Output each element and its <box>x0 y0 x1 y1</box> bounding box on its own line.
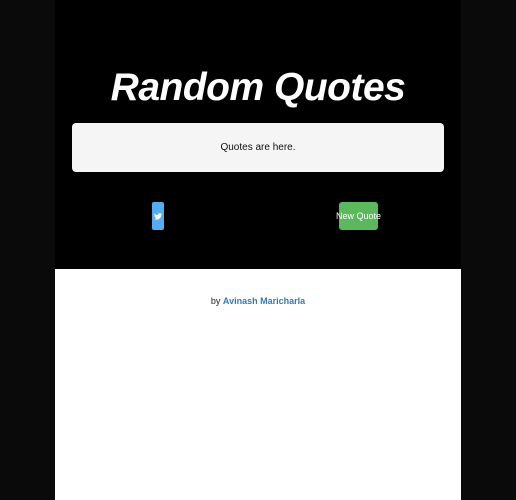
page-container: Random Quotes Quotes are here. New Quote… <box>55 0 461 500</box>
author-link[interactable]: Avinash Maricharla <box>223 296 305 306</box>
author-credit: by Avinash Maricharla <box>55 296 461 306</box>
credit-prefix: by <box>210 296 221 306</box>
twitter-icon <box>154 212 162 220</box>
hero-section: Random Quotes Quotes are here. New Quote <box>55 0 461 269</box>
quote-text: Quotes are here. <box>220 142 296 153</box>
new-quote-button[interactable]: New Quote <box>336 202 381 230</box>
page-title: Random Quotes <box>110 66 406 109</box>
quote-box: Quotes are here. <box>72 123 444 172</box>
tweet-button[interactable] <box>152 202 164 230</box>
